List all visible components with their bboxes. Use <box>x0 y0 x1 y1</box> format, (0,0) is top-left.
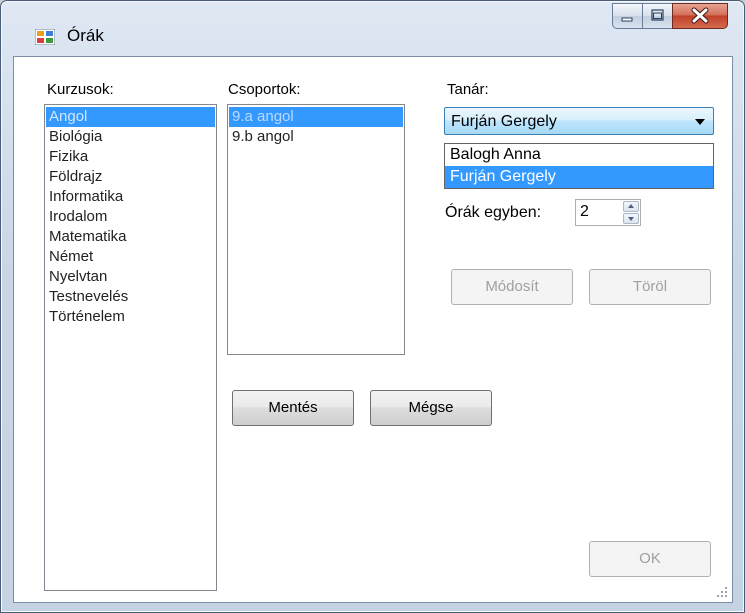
orak-egyben-spinner[interactable]: 2 <box>575 199 641 226</box>
list-item[interactable]: Fizika <box>46 147 215 167</box>
mentes-button[interactable]: Mentés <box>232 390 354 426</box>
minimize-button[interactable] <box>612 3 642 29</box>
caption-buttons <box>612 3 728 29</box>
title-bar[interactable]: Órák <box>1 1 744 57</box>
tanar-dropdown-list[interactable]: Balogh Anna Furján Gergely <box>444 143 714 189</box>
arrow-down-icon <box>628 217 634 221</box>
list-item[interactable]: Angol <box>46 107 215 127</box>
close-button[interactable] <box>672 3 728 29</box>
dropdown-option[interactable]: Furján Gergely <box>445 166 713 188</box>
dropdown-option[interactable]: Balogh Anna <box>445 144 713 166</box>
spinner-buttons <box>623 201 639 224</box>
tanar-combobox[interactable]: Furján Gergely <box>444 107 714 135</box>
spinner-up-button[interactable] <box>623 201 639 212</box>
modosit-button[interactable]: Módosít <box>451 269 573 305</box>
maximize-button[interactable] <box>642 3 672 29</box>
csoportok-label: Csoportok: <box>228 81 301 98</box>
list-item[interactable]: Irodalom <box>46 207 215 227</box>
app-icon <box>35 29 55 45</box>
list-item[interactable]: Német <box>46 247 215 267</box>
resize-grip-icon[interactable] <box>716 586 728 598</box>
orak-egyben-value[interactable]: 2 <box>580 203 589 221</box>
window-frame: Órák Kurzusok: Angol Biológia Fizika Föl… <box>0 0 745 613</box>
list-item[interactable]: Földrajz <box>46 167 215 187</box>
torol-button[interactable]: Töröl <box>589 269 711 305</box>
maximize-icon <box>651 9 664 21</box>
tanar-combobox-value: Furján Gergely <box>451 113 557 130</box>
list-item[interactable]: 9.b angol <box>229 127 403 147</box>
arrow-up-icon <box>628 204 634 208</box>
kurzusok-listbox[interactable]: Angol Biológia Fizika Földrajz Informatika Ir… <box>44 104 217 591</box>
list-item[interactable]: Testnevelés <box>46 287 215 307</box>
spinner-down-button[interactable] <box>623 213 639 224</box>
list-item[interactable]: Biológia <box>46 127 215 147</box>
minimize-icon <box>621 17 633 22</box>
megse-button[interactable]: Mégse <box>370 390 492 426</box>
list-item[interactable]: Informatika <box>46 187 215 207</box>
orak-egyben-label: Órák egyben: <box>445 204 542 221</box>
dialog-client-area: Kurzusok: Angol Biológia Fizika Földrajz Inf… <box>13 56 733 603</box>
chevron-down-icon[interactable] <box>695 119 705 125</box>
list-item[interactable]: Nyelvtan <box>46 267 215 287</box>
list-item[interactable]: Matematika <box>46 227 215 247</box>
close-icon <box>691 7 709 24</box>
list-item[interactable]: Történelem <box>46 307 215 327</box>
ok-button[interactable]: OK <box>589 541 711 577</box>
window-title: Órák <box>67 26 104 45</box>
tanar-label: Tanár: <box>447 81 489 98</box>
list-item[interactable]: 9.a angol <box>229 107 403 127</box>
kurzusok-label: Kurzusok: <box>47 81 114 98</box>
csoportok-listbox[interactable]: 9.a angol 9.b angol <box>227 104 405 355</box>
